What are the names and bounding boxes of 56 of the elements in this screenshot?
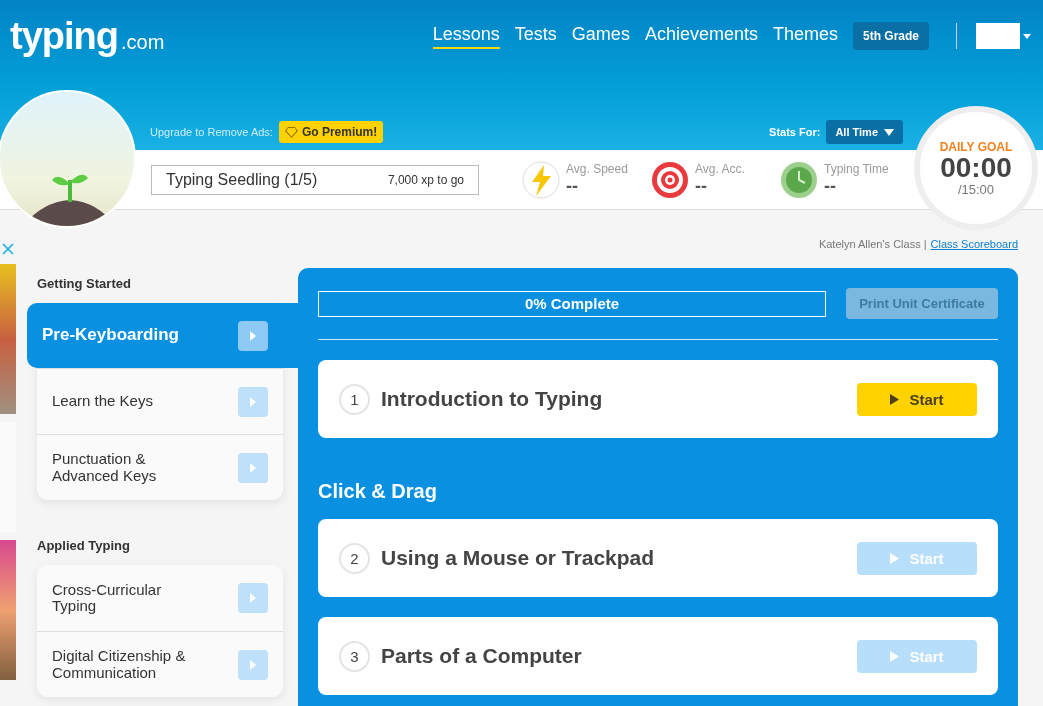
- stats-for-label: Stats For:: [769, 126, 821, 138]
- play-icon: [890, 393, 900, 405]
- sidebar-item[interactable]: Cross-Curricular Typing: [37, 565, 283, 631]
- play-icon: [890, 650, 900, 662]
- section-heading: Getting Started: [37, 276, 132, 291]
- sidebar-item[interactable]: Learn the Keys: [37, 368, 283, 434]
- section-heading: Applied Typing: [37, 538, 131, 553]
- lesson-number: 3: [339, 640, 370, 672]
- target-icon: [651, 160, 689, 199]
- lesson-title: Parts of a Computer: [381, 644, 582, 668]
- account-dropdown[interactable]: [976, 23, 1031, 49]
- level-title: Typing Seedling (1/5): [166, 170, 318, 189]
- group-heading: Click & Drag: [318, 480, 438, 503]
- play-button[interactable]: [238, 386, 268, 417]
- nav-link[interactable]: Themes: [772, 23, 838, 49]
- progress-label: 0% Complete: [524, 295, 620, 312]
- stat-label: Typing Time: [824, 162, 889, 176]
- premium-button[interactable]: Go Premium!: [278, 121, 384, 143]
- close-icon[interactable]: [1, 242, 15, 256]
- lightning-icon: [522, 160, 560, 199]
- stat-value: --: [566, 176, 579, 197]
- sidebar-item[interactable]: Punctuation & Advanced Keys: [37, 434, 283, 500]
- play-button[interactable]: [238, 452, 268, 483]
- logo[interactable]: typing.com: [10, 14, 165, 58]
- stat-label: Avg. Acc.: [695, 162, 745, 176]
- caret-icon: [884, 128, 894, 136]
- stat-value: --: [824, 176, 837, 197]
- upgrade-text: Upgrade to Remove Ads:: [150, 126, 273, 138]
- nav-link[interactable]: Games: [571, 23, 630, 49]
- nav-link[interactable]: Lessons: [432, 23, 500, 49]
- stat-value: --: [695, 176, 708, 197]
- clock-icon: [780, 160, 818, 199]
- play-button[interactable]: [238, 649, 268, 680]
- play-button[interactable]: [238, 320, 268, 351]
- nav-link[interactable]: Tests: [514, 23, 557, 49]
- stat-label: Avg. Speed: [566, 162, 628, 176]
- caret-icon: [1023, 33, 1031, 39]
- daily-goal-time: 00:00: [940, 153, 1012, 182]
- nav-link[interactable]: Achievements: [644, 23, 758, 49]
- daily-goal-target: /15:00: [957, 181, 995, 197]
- daily-goal-label: DAILY GOAL: [939, 139, 1013, 154]
- lesson-title: Using a Mouse or Trackpad: [381, 546, 655, 570]
- lesson-number: 2: [339, 542, 370, 574]
- class-name: Katelyn Allen's Class |: [818, 238, 927, 250]
- lesson-number: 1: [339, 383, 370, 415]
- xp-remaining: 7,000 xp to go: [387, 172, 464, 187]
- sidebar-item[interactable]: Pre-Keyboarding: [27, 303, 298, 368]
- diamond-icon: [284, 126, 298, 138]
- play-icon: [890, 552, 900, 564]
- lesson-title: Introduction to Typing: [381, 387, 603, 411]
- stats-period-dropdown[interactable]: All Time: [826, 120, 903, 144]
- grade-button[interactable]: 5th Grade: [853, 22, 929, 50]
- start-button[interactable]: Start: [857, 382, 977, 416]
- play-button[interactable]: [238, 583, 268, 613]
- sidebar-item[interactable]: Digital Citizenship & Communication: [37, 631, 283, 697]
- class-scoreboard-link[interactable]: Class Scoreboard: [930, 238, 1018, 250]
